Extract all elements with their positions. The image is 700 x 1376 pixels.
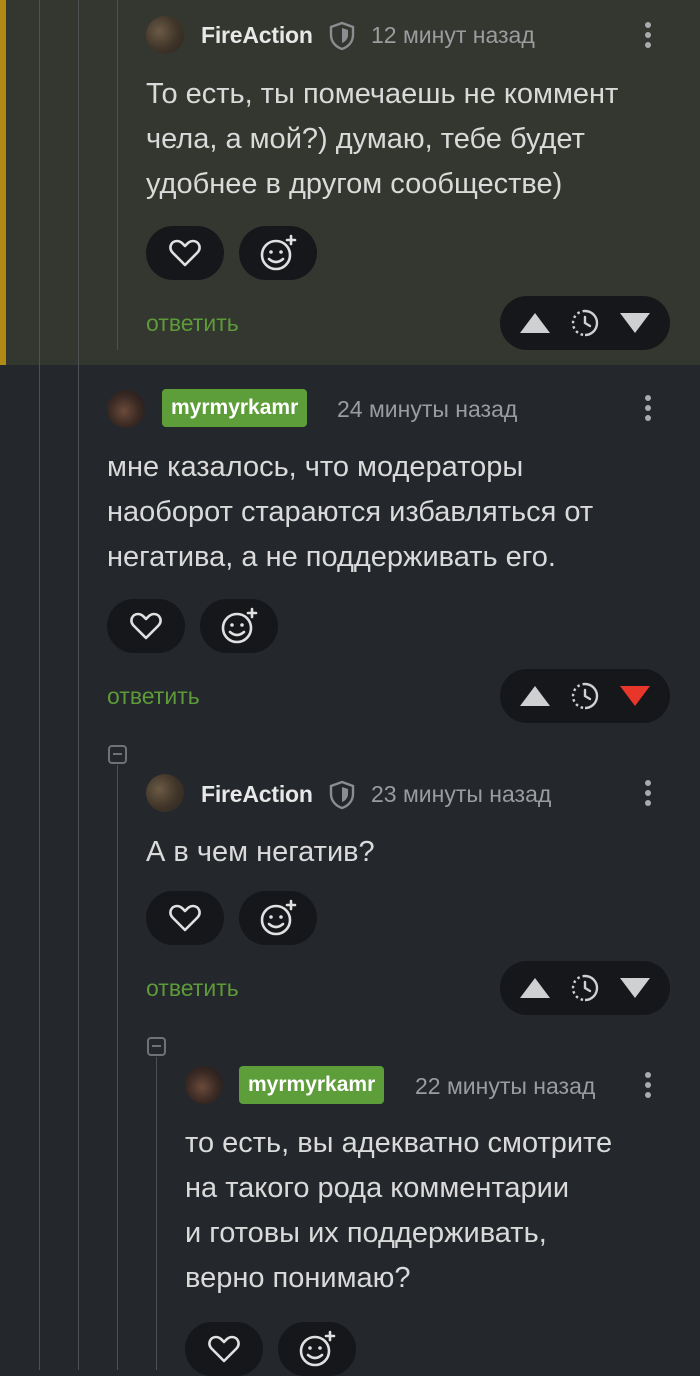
thread-line [39,0,40,1370]
author-name[interactable]: FireAction [201,22,313,49]
vote-controls [500,296,670,350]
add-reaction-button[interactable] [239,226,317,280]
timestamp: 22 минуты назад [415,1073,596,1099]
upvote-icon[interactable] [518,681,552,711]
author-name[interactable]: myrmyrkamr [239,1066,385,1104]
shield-icon [329,780,355,810]
more-options-icon[interactable] [643,395,653,425]
author-name[interactable]: FireAction [201,781,313,808]
thread-line [156,1057,157,1370]
like-button[interactable] [146,226,224,280]
upvote-icon[interactable] [518,308,552,338]
vote-controls [500,669,670,723]
smiley-plus-icon [260,234,297,271]
add-reaction-button[interactable] [239,891,317,945]
clock-icon[interactable] [570,681,600,711]
heart-icon [169,904,201,932]
heart-icon [208,1335,240,1363]
like-button[interactable] [146,891,224,945]
comment-text: мне казалось, что модераторы наоборот ст… [107,451,594,573]
heart-icon [130,612,162,640]
like-button[interactable] [107,599,185,653]
heart-icon [169,239,201,267]
more-options-icon[interactable] [643,1072,653,1102]
avatar[interactable] [107,390,145,428]
smiley-plus-icon [260,899,297,936]
downvote-icon[interactable] [618,973,652,1003]
shield-icon [329,21,355,51]
comment-text: А в чем негатив? [146,836,375,868]
comment-text: то есть, вы адекватно смотрите на такого… [185,1127,613,1294]
upvote-icon[interactable] [518,973,552,1003]
clock-icon[interactable] [570,973,600,1003]
timestamp: 23 минуты назад [371,781,552,807]
reply-link[interactable]: ответить [146,310,239,337]
smiley-plus-icon [299,1330,336,1367]
avatar[interactable] [185,1066,223,1104]
thread-line [117,0,118,350]
more-options-icon[interactable] [643,22,653,52]
collapse-thread-button[interactable] [147,1037,166,1056]
downvote-icon-active[interactable] [618,681,652,711]
comment-text: То есть, ты помечаешь не коммент чела, а… [146,78,619,200]
smiley-plus-icon [221,607,258,644]
timestamp: 24 минуты назад [337,396,518,422]
collapse-thread-button[interactable] [108,745,127,764]
downvote-icon[interactable] [618,308,652,338]
timestamp: 12 минут назад [371,22,535,48]
more-options-icon[interactable] [643,780,653,810]
vote-controls [500,961,670,1015]
thread-line [117,765,118,1370]
avatar[interactable] [146,16,184,54]
add-reaction-button[interactable] [278,1322,356,1376]
reply-link[interactable]: ответить [107,683,200,710]
clock-icon[interactable] [570,308,600,338]
reply-link[interactable]: ответить [146,975,239,1002]
highlight-indicator-bar [0,0,6,365]
like-button[interactable] [185,1322,263,1376]
thread-line [78,0,79,1370]
author-name[interactable]: myrmyrkamr [162,389,308,427]
avatar[interactable] [146,774,184,812]
add-reaction-button[interactable] [200,599,278,653]
